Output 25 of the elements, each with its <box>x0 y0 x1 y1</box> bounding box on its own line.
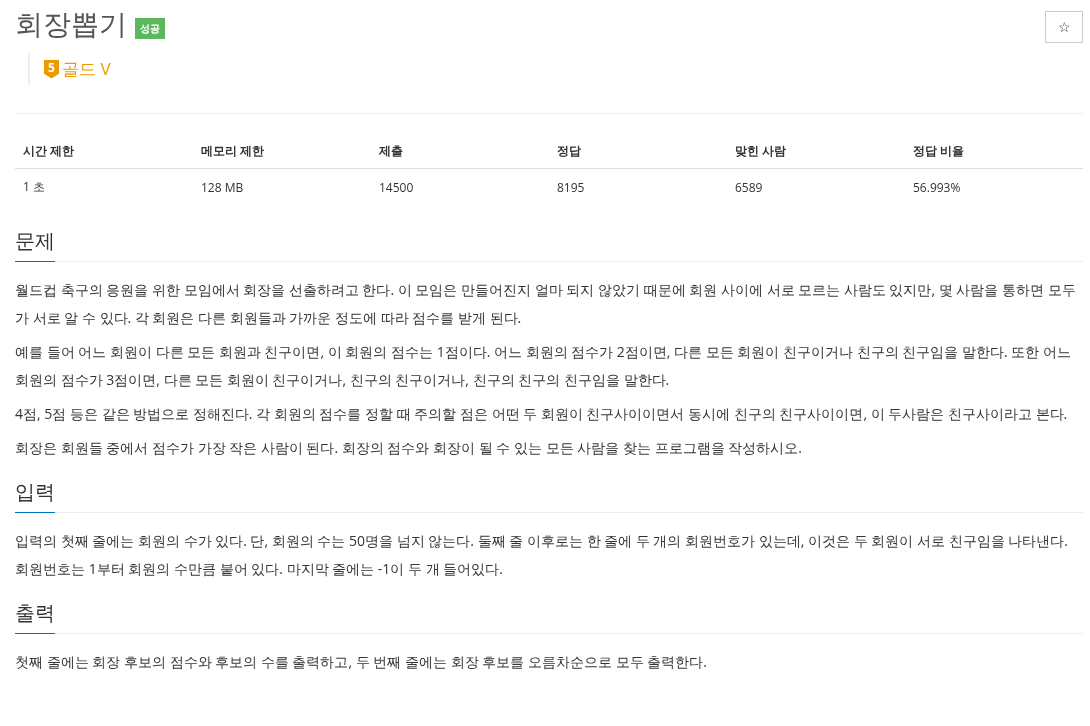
table-cell: 14500 <box>371 168 549 205</box>
column-header: 제출 <box>371 134 549 169</box>
table-cell: 56.993% <box>905 168 1083 205</box>
column-header: 정답 비율 <box>905 134 1083 169</box>
section-heading: 문제 <box>15 227 55 262</box>
star-button[interactable]: ☆ <box>1045 11 1083 43</box>
result-badge: 성공 <box>135 18 165 39</box>
paragraph: 4점, 5점 등은 같은 방법으로 정해진다. 각 회원의 점수를 정할 때 주의할 점은 어떤 두 회원이 친구사이이면서 동시에 친구의 친구사이이면, 이 두사람은 친구사이라고 본다. <box>15 403 1069 425</box>
table-cell: 6589 <box>727 168 905 205</box>
paragraph: 첫째 줄에는 회장 후보의 점수와 후보의 수를 출력하고, 두 번째 줄에는 회장 후보를 오름차순으로 모두 출력한다. <box>15 651 708 673</box>
paragraph: 입력의 첫째 줄에는 회원의 수가 있다. 단, 회원의 수는 50명을 넘지 않는다. 둘째 줄 이후로는 한 줄에 두 개의 회원번호가 있는데, 이것은 두 회원이 서로 친구임을 나타낸다. 회원번호는 1부터 회원의 수만큼 붙어 있다. 마지막 줄에는 -1이 두 개 들어있다. <box>15 530 1069 580</box>
problem-title: 회장뽑기 <box>15 5 127 41</box>
column-header: 시간 제한 <box>15 134 193 169</box>
section-heading: 입력 <box>15 478 55 513</box>
table-cell: 1 초 <box>15 168 193 205</box>
paragraph: 월드컵 축구의 응원을 위한 모임에서 회장을 선출하려고 한다. 이 모임은 만들어진지 얼마 되지 않았기 때문에 회원 사이에 서로 모르는 사람도 있지만, 몇 사람을 통하면 모두가 서로 알 수 있다. 각 회원은 다른 회원들과 가까운 정도에 따라 점수를 받게 된다. <box>15 279 1077 329</box>
column-header: 맞힌 사람 <box>727 134 905 169</box>
tier-badge: 5 <box>44 59 59 79</box>
section-heading: 출력 <box>15 599 55 634</box>
paragraph: 예를 들어 어느 회원이 다른 모든 회원과 친구이면, 이 회원의 점수는 1점이다. 어느 회원의 점수가 2점이면, 다른 모든 회원이 친구이거나 친구의 친구임을 말한다. 또한 어느 회원의 점수가 3점이면, 다른 모든 회원이 친구이거나, 친구의 친구이거나, 친구의 친구의 친구임을 말한다. <box>15 341 1072 391</box>
table-cell: 8195 <box>549 168 727 205</box>
column-header: 메모리 제한 <box>193 134 371 169</box>
column-header: 정답 <box>549 134 727 169</box>
table-cell: 128 MB <box>193 168 371 205</box>
paragraph: 회장은 회원들 중에서 점수가 가장 작은 사람이 된다. 회장의 점수와 회장이 될 수 있는 모든 사람을 찾는 프로그램을 작성하시오. <box>15 437 803 459</box>
